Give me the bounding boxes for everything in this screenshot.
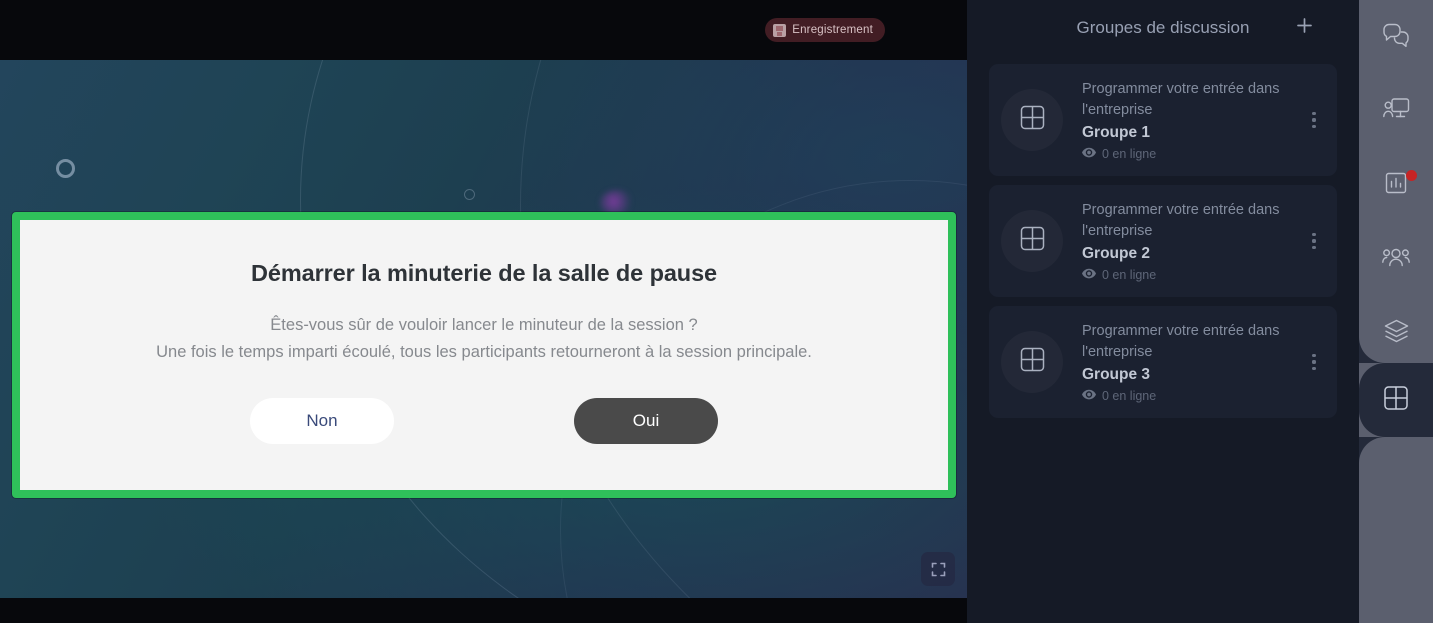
rail-item-chat[interactable] — [1359, 0, 1433, 74]
more-vertical-icon — [1312, 367, 1316, 371]
group-card[interactable]: Programmer votre entrée dans l'entrepris… — [989, 306, 1337, 418]
record-icon — [773, 23, 787, 37]
group-info: Programmer votre entrée dans l'entrepris… — [1063, 321, 1303, 403]
avatar — [1001, 89, 1063, 151]
poll-chart-icon — [1385, 172, 1407, 199]
fullscreen-icon — [931, 562, 946, 577]
group-online-count: 0 en ligne — [1102, 389, 1157, 404]
main-stage: Enregistrement Démarrer la minuterie de … — [0, 0, 967, 623]
breakout-rooms-grid-icon — [1383, 385, 1409, 416]
grid-icon — [1019, 225, 1046, 257]
more-vertical-icon — [1312, 360, 1316, 364]
stage-bottom-bar — [0, 598, 967, 623]
group-menu-button[interactable] — [1303, 103, 1325, 137]
poll-notification-badge — [1406, 170, 1417, 181]
rail-item-participants[interactable] — [1359, 222, 1433, 296]
screen-share-icon — [1382, 97, 1410, 125]
fullscreen-button[interactable] — [921, 552, 955, 586]
more-vertical-icon — [1312, 239, 1316, 243]
more-vertical-icon — [1312, 125, 1316, 129]
rail-active-corner-bottom — [1359, 437, 1385, 463]
group-online-status: 0 en ligne — [1082, 147, 1303, 161]
group-online-count: 0 en ligne — [1102, 268, 1157, 283]
dialog-message: Êtes-vous sûr de vouloir lancer le minut… — [156, 312, 812, 365]
dialog-content: Démarrer la minuterie de la salle de pau… — [20, 220, 948, 490]
decline-button[interactable]: Non — [250, 398, 394, 445]
dialog-actions: Non Oui — [20, 398, 948, 445]
breakout-rooms-sidebar: Groupes de discussion Programmer votre e… — [967, 0, 1359, 623]
participants-icon — [1382, 246, 1410, 273]
more-vertical-icon — [1312, 232, 1316, 236]
more-vertical-icon — [1312, 246, 1316, 250]
layers-icon — [1384, 319, 1409, 348]
group-name: Groupe 3 — [1082, 366, 1151, 384]
group-online-status: 0 en ligne — [1082, 268, 1303, 282]
more-vertical-icon — [1312, 353, 1316, 357]
group-card[interactable]: Programmer votre entrée dans l'entrepris… — [989, 185, 1337, 297]
group-menu-button[interactable] — [1303, 224, 1325, 258]
group-subtitle: Programmer votre entrée dans l'entrepris… — [1082, 201, 1280, 239]
group-menu-button[interactable] — [1303, 345, 1325, 379]
group-list: Programmer votre entrée dans l'entrepris… — [967, 56, 1359, 418]
group-online-status: 0 en ligne — [1082, 389, 1303, 403]
group-subtitle: Programmer votre entrée dans l'entrepris… — [1082, 322, 1280, 360]
dialog-message-line-1: Êtes-vous sûr de vouloir lancer le minut… — [270, 316, 698, 334]
decorative-circle — [464, 189, 475, 200]
dialog-message-line-2: Une fois le temps imparti écoulé, tous l… — [156, 342, 812, 361]
eye-icon — [1082, 268, 1096, 282]
grid-icon — [1019, 346, 1046, 378]
grid-icon — [1019, 104, 1046, 136]
plus-icon — [1296, 17, 1313, 39]
rail-active-corner-top — [1359, 337, 1385, 363]
decorative-circle — [56, 159, 75, 178]
more-vertical-icon — [1312, 111, 1316, 115]
eye-icon — [1082, 147, 1096, 161]
tool-rail — [1359, 0, 1433, 623]
group-info: Programmer votre entrée dans l'entrepris… — [1063, 79, 1303, 161]
recording-badge-label: Enregistrement — [792, 24, 873, 36]
group-info: Programmer votre entrée dans l'entrepris… — [1063, 200, 1303, 282]
confirm-button[interactable]: Oui — [574, 398, 718, 445]
rail-item-screen-share[interactable] — [1359, 74, 1433, 148]
sidebar-title: Groupes de discussion — [1076, 18, 1250, 37]
avatar — [1001, 331, 1063, 393]
add-group-button[interactable] — [1291, 15, 1317, 41]
stage-top-bar: Enregistrement — [0, 0, 967, 60]
rail-item-breakout-rooms[interactable] — [1359, 337, 1433, 463]
group-name: Groupe 1 — [1082, 124, 1151, 142]
group-subtitle: Programmer votre entrée dans l'entrepris… — [1082, 80, 1280, 118]
dialog-title: Démarrer la minuterie de la salle de pau… — [250, 260, 718, 286]
eye-icon — [1082, 389, 1096, 403]
tool-rail-inner — [1359, 0, 1433, 623]
group-online-count: 0 en ligne — [1102, 147, 1157, 162]
more-vertical-icon — [1312, 118, 1316, 122]
group-card[interactable]: Programmer votre entrée dans l'entrepris… — [989, 64, 1337, 176]
meeting-app-window: Enregistrement Démarrer la minuterie de … — [0, 0, 1433, 623]
sidebar-header: Groupes de discussion — [967, 0, 1359, 56]
chat-bubbles-icon — [1383, 23, 1409, 52]
group-name: Groupe 2 — [1082, 245, 1151, 263]
avatar — [1001, 210, 1063, 272]
breakout-timer-dialog: Démarrer la minuterie de la salle de pau… — [12, 212, 956, 498]
recording-badge: Enregistrement — [765, 18, 885, 42]
rail-item-polls[interactable] — [1359, 148, 1433, 222]
